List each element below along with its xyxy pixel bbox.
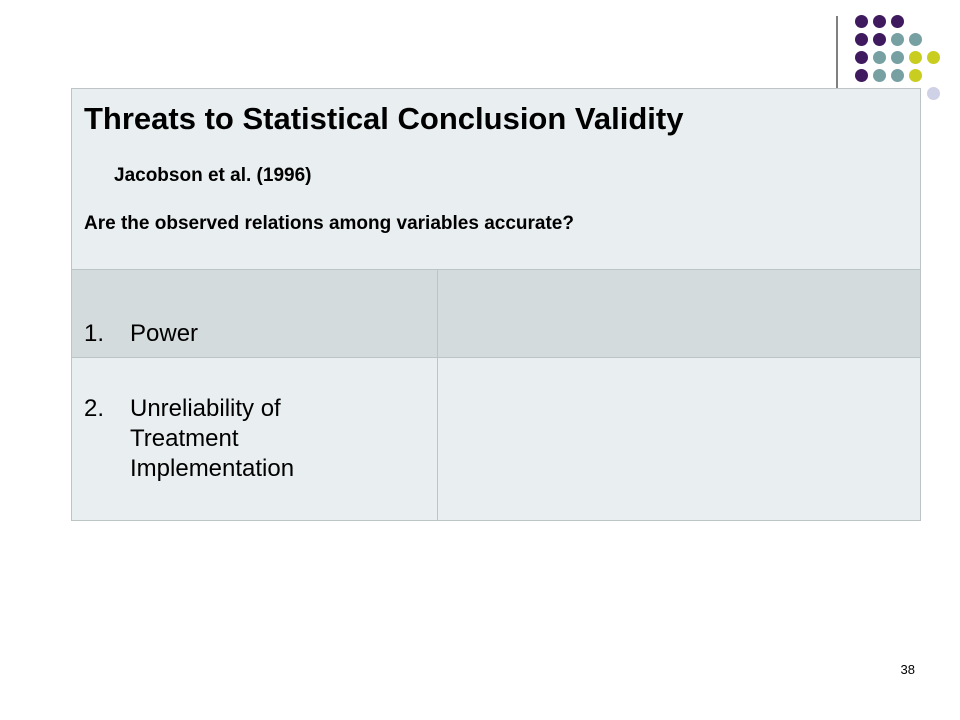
item-label: Unreliability of Treatment Implementatio… <box>130 395 295 482</box>
slide-question: Are the observed relations among variabl… <box>84 213 574 234</box>
decorative-dot <box>927 87 940 100</box>
decorative-dot <box>855 51 868 64</box>
header-cell: Threats to Statistical Conclusion Validi… <box>71 88 921 270</box>
list-item: 1. Power <box>72 270 437 349</box>
slide-title: Threats to Statistical Conclusion Validi… <box>84 101 684 136</box>
decorative-dot <box>891 51 904 64</box>
content-table: Threats to Statistical Conclusion Validi… <box>71 88 921 521</box>
slide-subtitle: Jacobson et al. (1996) <box>114 165 312 186</box>
notes-cell <box>437 357 921 521</box>
decorative-dot <box>855 33 868 46</box>
table-row: 2. Unreliability of Treatment Implementa… <box>71 357 921 521</box>
decorative-dot <box>873 69 886 82</box>
threat-cell: 1. Power <box>71 269 438 358</box>
decorative-dot <box>873 33 886 46</box>
decorative-dot <box>855 15 868 28</box>
item-number: 2. <box>84 395 105 422</box>
decorative-dot <box>927 51 940 64</box>
item-label: Power <box>130 320 199 347</box>
table-row: 1. Power <box>71 269 921 358</box>
decorative-dot <box>909 69 922 82</box>
decorative-dot <box>909 51 922 64</box>
decorative-dot <box>873 15 886 28</box>
page-number: 38 <box>900 662 915 677</box>
notes-cell <box>437 269 921 358</box>
decorative-dot <box>909 33 922 46</box>
list-item: 2. Unreliability of Treatment Implementa… <box>72 358 437 484</box>
decorative-dot <box>891 15 904 28</box>
decorative-dot <box>855 69 868 82</box>
decorative-dot <box>891 69 904 82</box>
decorative-dot <box>891 33 904 46</box>
decorative-divider-line <box>836 16 838 88</box>
item-number: 1. <box>84 320 105 347</box>
decorative-dot <box>873 51 886 64</box>
threat-cell: 2. Unreliability of Treatment Implementa… <box>71 357 438 521</box>
